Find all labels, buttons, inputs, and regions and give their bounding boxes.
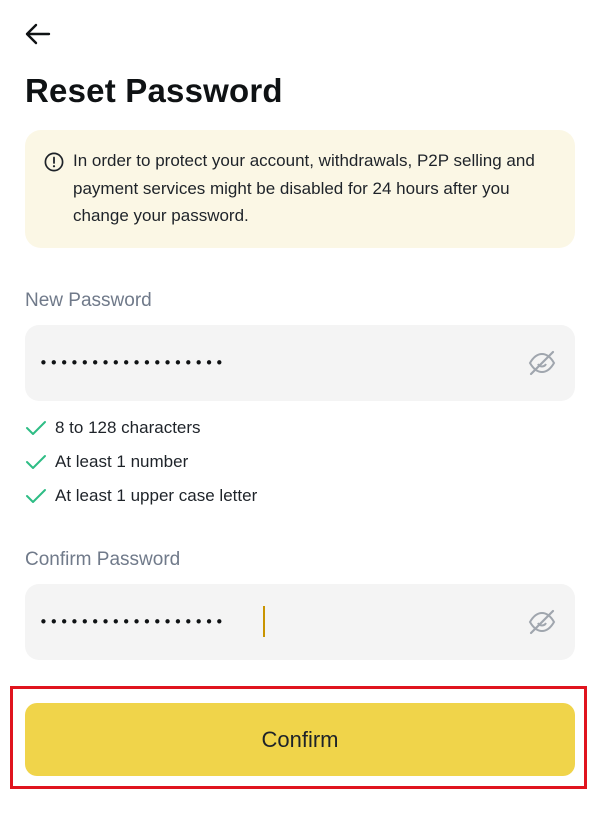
new-password-input[interactable] [39, 325, 509, 401]
check-icon [26, 455, 46, 469]
arrow-left-icon [25, 23, 51, 45]
requirement-label: At least 1 upper case letter [55, 486, 258, 505]
check-icon [26, 421, 46, 435]
confirm-button[interactable]: Confirm [25, 703, 575, 776]
info-circle-icon [44, 152, 64, 172]
confirm-password-visibility-toggle[interactable] [527, 608, 557, 636]
confirm-password-field[interactable] [25, 584, 575, 660]
confirm-password-label: Confirm Password [25, 549, 181, 570]
requirement-item: At least 1 number [25, 445, 257, 479]
new-password-label: New Password [25, 290, 152, 311]
text-caret [263, 606, 265, 637]
eye-slash-icon [528, 350, 556, 376]
eye-slash-icon [528, 609, 556, 635]
page-title: Reset Password [25, 72, 283, 109]
requirement-label: 8 to 128 characters [55, 418, 201, 437]
notice-text: In order to protect your account, withdr… [73, 151, 535, 225]
check-icon [26, 489, 46, 503]
security-notice: In order to protect your account, withdr… [25, 130, 575, 248]
back-button[interactable] [24, 20, 52, 48]
requirement-label: At least 1 number [55, 452, 189, 471]
password-requirements: 8 to 128 characters At least 1 number At… [25, 411, 257, 513]
requirement-item: 8 to 128 characters [25, 411, 257, 445]
requirement-item: At least 1 upper case letter [25, 479, 257, 513]
new-password-field[interactable] [25, 325, 575, 401]
new-password-visibility-toggle[interactable] [527, 349, 557, 377]
reset-password-screen: Reset Password In order to protect your … [0, 0, 599, 840]
confirm-password-input[interactable] [39, 584, 509, 660]
